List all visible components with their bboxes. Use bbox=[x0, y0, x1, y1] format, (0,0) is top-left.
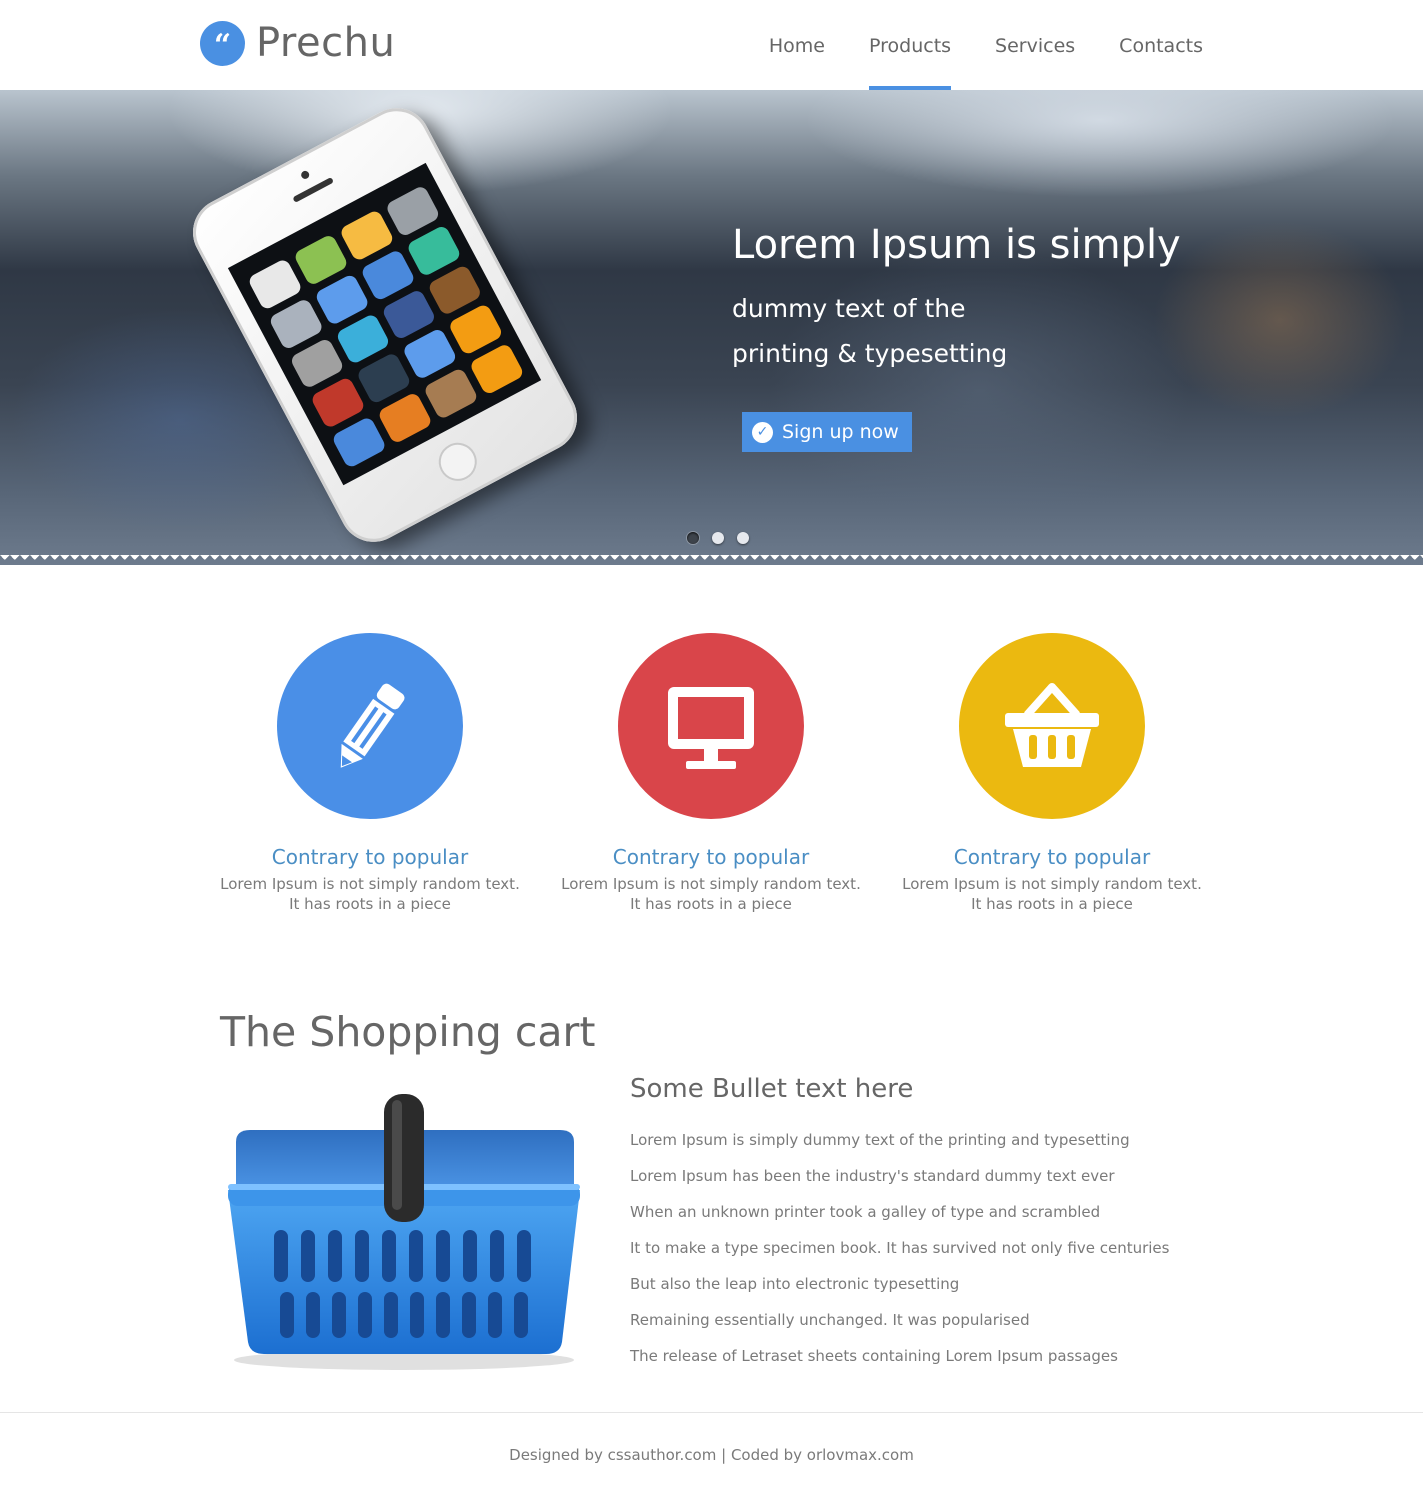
feature-text-line2: It has roots in a piece bbox=[971, 895, 1133, 913]
nav-item-products[interactable]: Products bbox=[869, 0, 952, 90]
app-icon bbox=[468, 342, 525, 396]
sign-up-button[interactable]: ✓ Sign up now bbox=[742, 412, 912, 452]
list-item: It to make a type specimen book. It has … bbox=[630, 1239, 1170, 1257]
sign-up-label: Sign up now bbox=[782, 421, 899, 443]
feature-text-line1: Lorem Ipsum is not simply random text. bbox=[220, 875, 520, 893]
nav-item-contacts[interactable]: Contacts bbox=[1119, 0, 1203, 90]
list-item: Remaining essentially unchanged. It was … bbox=[630, 1311, 1030, 1329]
bullets-title: Some Bullet text here bbox=[630, 1074, 914, 1104]
bullet-list: Lorem Ipsum is simply dummy text of the … bbox=[630, 1131, 1169, 1383]
feature-circle bbox=[277, 633, 463, 819]
app-icon bbox=[376, 391, 434, 445]
nav-item-home[interactable]: Home bbox=[769, 0, 825, 90]
feature-text: Lorem Ipsum is not simply random text. I… bbox=[546, 874, 876, 914]
feature-text-line2: It has roots in a piece bbox=[289, 895, 451, 913]
section-heading: The Shopping cart bbox=[220, 1008, 596, 1056]
feature-circle bbox=[959, 633, 1145, 819]
pencil-icon bbox=[340, 683, 405, 768]
site-header: “ Prechu Home Products Services Contacts bbox=[0, 0, 1423, 90]
feature-title: Contrary to popular bbox=[953, 845, 1151, 869]
slider-dot-2[interactable] bbox=[712, 532, 724, 544]
main-nav: Home Products Services Contacts bbox=[725, 0, 1203, 90]
feature-text-line1: Lorem Ipsum is not simply random text. bbox=[902, 875, 1202, 893]
quote-icon: “ bbox=[200, 20, 245, 66]
hero-slider: Lorem Ipsum is simply dummy text of the … bbox=[0, 90, 1423, 565]
list-item: But also the leap into electronic typese… bbox=[630, 1275, 960, 1293]
feature-circle bbox=[618, 633, 804, 819]
hero-subtitle-line1: dummy text of the bbox=[732, 294, 966, 323]
feature-card-1: Contrary to popular Lorem Ipsum is not s… bbox=[205, 633, 535, 914]
app-icon bbox=[331, 415, 388, 470]
zigzag-divider bbox=[0, 555, 1423, 565]
feature-text: Lorem Ipsum is not simply random text. I… bbox=[887, 874, 1217, 914]
list-item: When an unknown printer took a galley of… bbox=[630, 1203, 1101, 1221]
footer-credits: Designed by cssauthor.com | Coded by orl… bbox=[509, 1446, 914, 1464]
list-item: Lorem Ipsum has been the industry's stan… bbox=[630, 1167, 1115, 1185]
slider-dot-1[interactable] bbox=[687, 532, 699, 544]
feature-title: Contrary to popular bbox=[271, 845, 469, 869]
footer-divider bbox=[0, 1412, 1423, 1413]
feature-title: Contrary to popular bbox=[612, 845, 810, 869]
slider-pagination bbox=[687, 532, 762, 544]
list-item: Lorem Ipsum is simply dummy text of the … bbox=[630, 1131, 1130, 1149]
hero-title: Lorem Ipsum is simply bbox=[732, 222, 1181, 268]
basket-icon bbox=[1005, 683, 1099, 767]
monitor-icon bbox=[668, 687, 754, 769]
feature-card-2: Contrary to popular Lorem Ipsum is not s… bbox=[546, 633, 876, 914]
feature-text-line1: Lorem Ipsum is not simply random text. bbox=[561, 875, 861, 893]
slider-dot-3[interactable] bbox=[737, 532, 749, 544]
feature-text-line2: It has roots in a piece bbox=[630, 895, 792, 913]
feature-text: Lorem Ipsum is not simply random text. I… bbox=[205, 874, 535, 914]
nav-item-services[interactable]: Services bbox=[995, 0, 1075, 90]
features-section: Contrary to popular Lorem Ipsum is not s… bbox=[0, 633, 1423, 923]
list-item: The release of Letraset sheets containin… bbox=[630, 1347, 1118, 1365]
app-icon bbox=[422, 367, 480, 421]
smartphone-image bbox=[181, 96, 589, 554]
logo[interactable]: “ Prechu bbox=[200, 19, 395, 67]
feature-card-3: Contrary to popular Lorem Ipsum is not s… bbox=[887, 633, 1217, 914]
shopping-basket-image bbox=[228, 1094, 580, 1370]
brand-name: Prechu bbox=[256, 20, 396, 66]
check-circle-icon: ✓ bbox=[752, 421, 773, 443]
hero-subtitle-line2: printing & typesetting bbox=[732, 339, 1008, 368]
